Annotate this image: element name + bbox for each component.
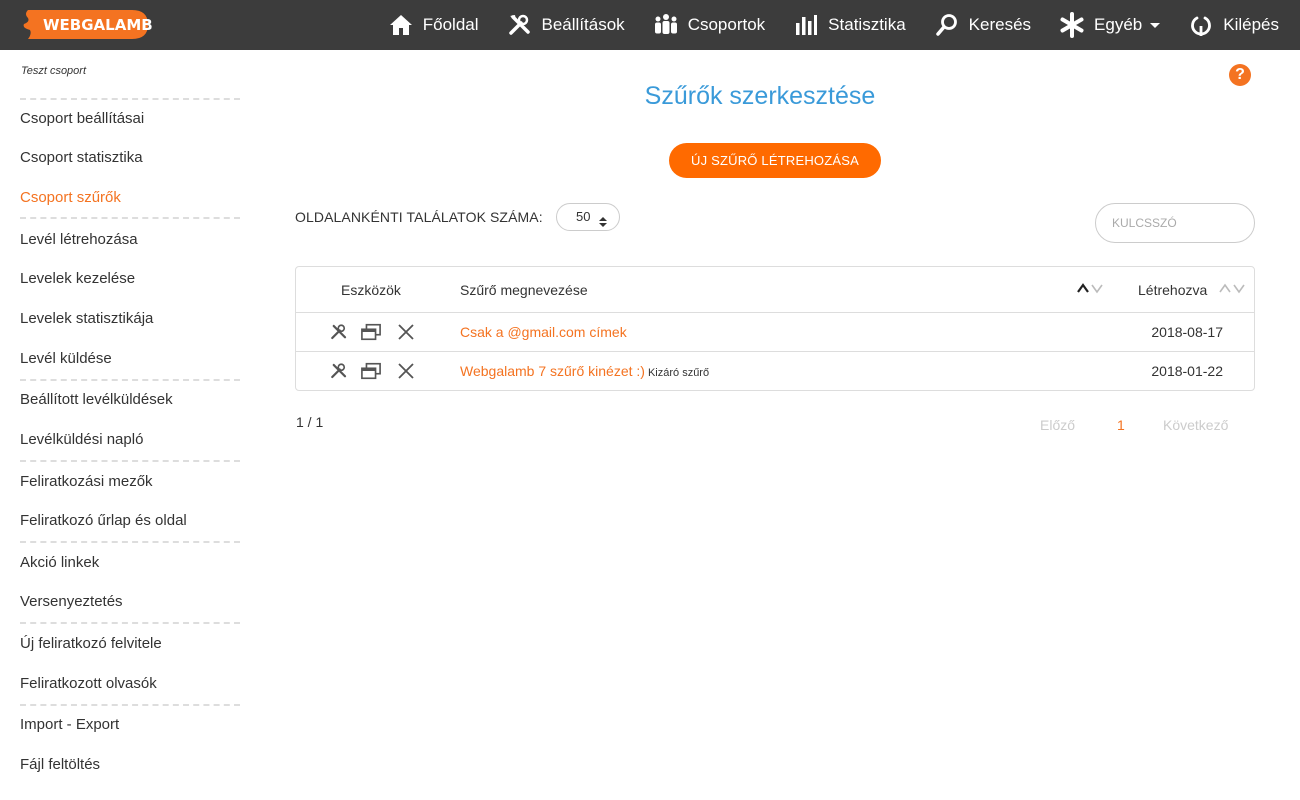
sidebar-item-signup-form[interactable]: Feliratkozó űrlap és oldal: [20, 512, 187, 529]
edit-tools-icon[interactable]: [329, 323, 349, 341]
sidebar-item-create-letter[interactable]: Levél létrehozása: [20, 231, 138, 248]
duplicate-window-icon[interactable]: [361, 362, 381, 380]
sidebar-item-group-statistics[interactable]: Csoport statisztika: [20, 149, 143, 166]
nav-logout[interactable]: Kilépés: [1188, 12, 1279, 38]
table-row: Csak a @gmail.com címek 2018-08-17: [296, 313, 1254, 352]
nav-home[interactable]: Főoldal: [388, 12, 479, 38]
nav-statistics[interactable]: Statisztika: [793, 12, 906, 38]
asterisk-icon: [1059, 12, 1085, 38]
nav-search-label: Keresés: [968, 15, 1032, 34]
pagination-next[interactable]: Következő: [1163, 417, 1228, 433]
filter-name: Webgalamb 7 szűrő kinézet :): [460, 363, 645, 379]
nav-settings[interactable]: Beállítások: [507, 12, 625, 38]
sidebar-divider: [20, 460, 240, 462]
sidebar-divider: [20, 622, 240, 624]
help-icon[interactable]: ?: [1229, 64, 1251, 86]
results-per-page-label: OLDALANKÉNTI TALÁLATOK SZÁMA:: [295, 209, 543, 225]
pagination-previous[interactable]: Előző: [1040, 417, 1075, 433]
results-per-page-value: 50: [576, 209, 591, 224]
sidebar-item-file-upload[interactable]: Fájl feltöltés: [20, 756, 100, 773]
filter-tag: Kizáró szűrő: [647, 367, 710, 379]
sidebar-divider: [20, 704, 240, 706]
sidebar-item-send-log[interactable]: Levélküldési napló: [20, 431, 143, 448]
page-title: Szűrők szerkesztése: [644, 82, 876, 110]
created-date: 2018-08-17: [1151, 324, 1223, 340]
sidebar-item-subscribed-readers[interactable]: Feliratkozott olvasók: [20, 675, 157, 692]
sidebar-item-add-subscriber[interactable]: Új feliratkozó felvitele: [20, 635, 162, 652]
sidebar-divider: [20, 217, 240, 219]
sort-name-icon[interactable]: [1076, 281, 1104, 295]
created-date: 2018-01-22: [1151, 363, 1223, 379]
page-count: 1 / 1: [296, 414, 324, 430]
home-icon: [388, 12, 414, 38]
sidebar-item-manage-letters[interactable]: Levelek kezelése: [20, 270, 135, 287]
nav-settings-label: Beállítások: [541, 15, 625, 34]
results-per-page-select[interactable]: 50: [556, 203, 620, 231]
sidebar-item-group-filters[interactable]: Csoport szűrők: [20, 189, 121, 206]
sidebar-group-title: Teszt csoport: [21, 65, 87, 77]
sidebar-divider: [20, 379, 240, 381]
sidebar-item-group-settings[interactable]: Csoport beállításai: [20, 110, 144, 127]
keyword-search-input[interactable]: [1095, 203, 1255, 243]
sort-created-icon[interactable]: [1218, 281, 1246, 295]
top-navbar: WEBGALAMB Főoldal Beállítások Csoportok …: [0, 0, 1300, 50]
filter-name-link[interactable]: Webgalamb 7 szűrő kinézet :) Kizáró szűrő: [460, 363, 709, 379]
filter-name: Csak a @gmail.com címek: [460, 324, 627, 340]
search-icon: [934, 12, 960, 38]
nav-other-label: Egyéb: [1094, 15, 1143, 34]
column-header-created[interactable]: Létrehozva: [1138, 282, 1207, 298]
nav-statistics-label: Statisztika: [828, 15, 906, 34]
delete-icon[interactable]: [396, 323, 416, 341]
tools-icon: [507, 12, 533, 38]
new-filter-button[interactable]: ÚJ SZŰRŐ LÉTREHOZÁSA: [669, 143, 881, 178]
nav-search[interactable]: Keresés: [934, 12, 1031, 38]
sidebar-item-action-links[interactable]: Akció linkek: [20, 554, 99, 571]
sidebar-item-letter-statistics[interactable]: Levelek statisztikája: [20, 310, 153, 327]
logout-icon: [1188, 12, 1214, 38]
duplicate-window-icon[interactable]: [361, 323, 381, 341]
nav-groups-label: Csoportok: [687, 15, 766, 34]
filter-name-link[interactable]: Csak a @gmail.com címek: [460, 324, 630, 340]
sidebar-item-send-letter[interactable]: Levél küldése: [20, 350, 112, 367]
group-icon: [653, 12, 679, 38]
nav-logout-label: Kilépés: [1223, 15, 1279, 34]
webgalamb-logo[interactable]: WEBGALAMB: [22, 8, 153, 41]
select-arrows-icon: [599, 211, 607, 227]
sidebar-divider: [20, 541, 240, 543]
table-row: Webgalamb 7 szűrő kinézet :) Kizáró szűrő…: [296, 352, 1254, 391]
nav-home-label: Főoldal: [422, 15, 479, 34]
table-header: Eszközök Szűrő megnevezése Létrehozva: [296, 267, 1254, 313]
edit-tools-icon[interactable]: [329, 362, 349, 380]
logo-text: WEBGALAMB: [43, 16, 153, 34]
sidebar-item-signup-fields[interactable]: Feliratkozási mezők: [20, 473, 153, 490]
column-header-name[interactable]: Szűrő megnevezése: [460, 282, 588, 298]
delete-icon[interactable]: [396, 362, 416, 380]
nav-groups[interactable]: Csoportok: [653, 12, 765, 38]
pagination-page-1[interactable]: 1: [1117, 417, 1125, 433]
column-header-tools: Eszközök: [341, 282, 401, 298]
sidebar-item-ab-testing[interactable]: Versenyeztetés: [20, 593, 123, 610]
nav-other[interactable]: Egyéb: [1059, 12, 1161, 38]
chevron-down-icon: [1150, 22, 1161, 28]
sidebar-item-scheduled-sends[interactable]: Beállított levélküldések: [20, 391, 173, 408]
filters-table: Eszközök Szűrő megnevezése Létrehozva Cs…: [295, 266, 1255, 391]
bar-chart-icon: [793, 12, 819, 38]
sidebar-divider: [20, 98, 240, 100]
sidebar-item-import-export[interactable]: Import - Export: [20, 716, 119, 733]
